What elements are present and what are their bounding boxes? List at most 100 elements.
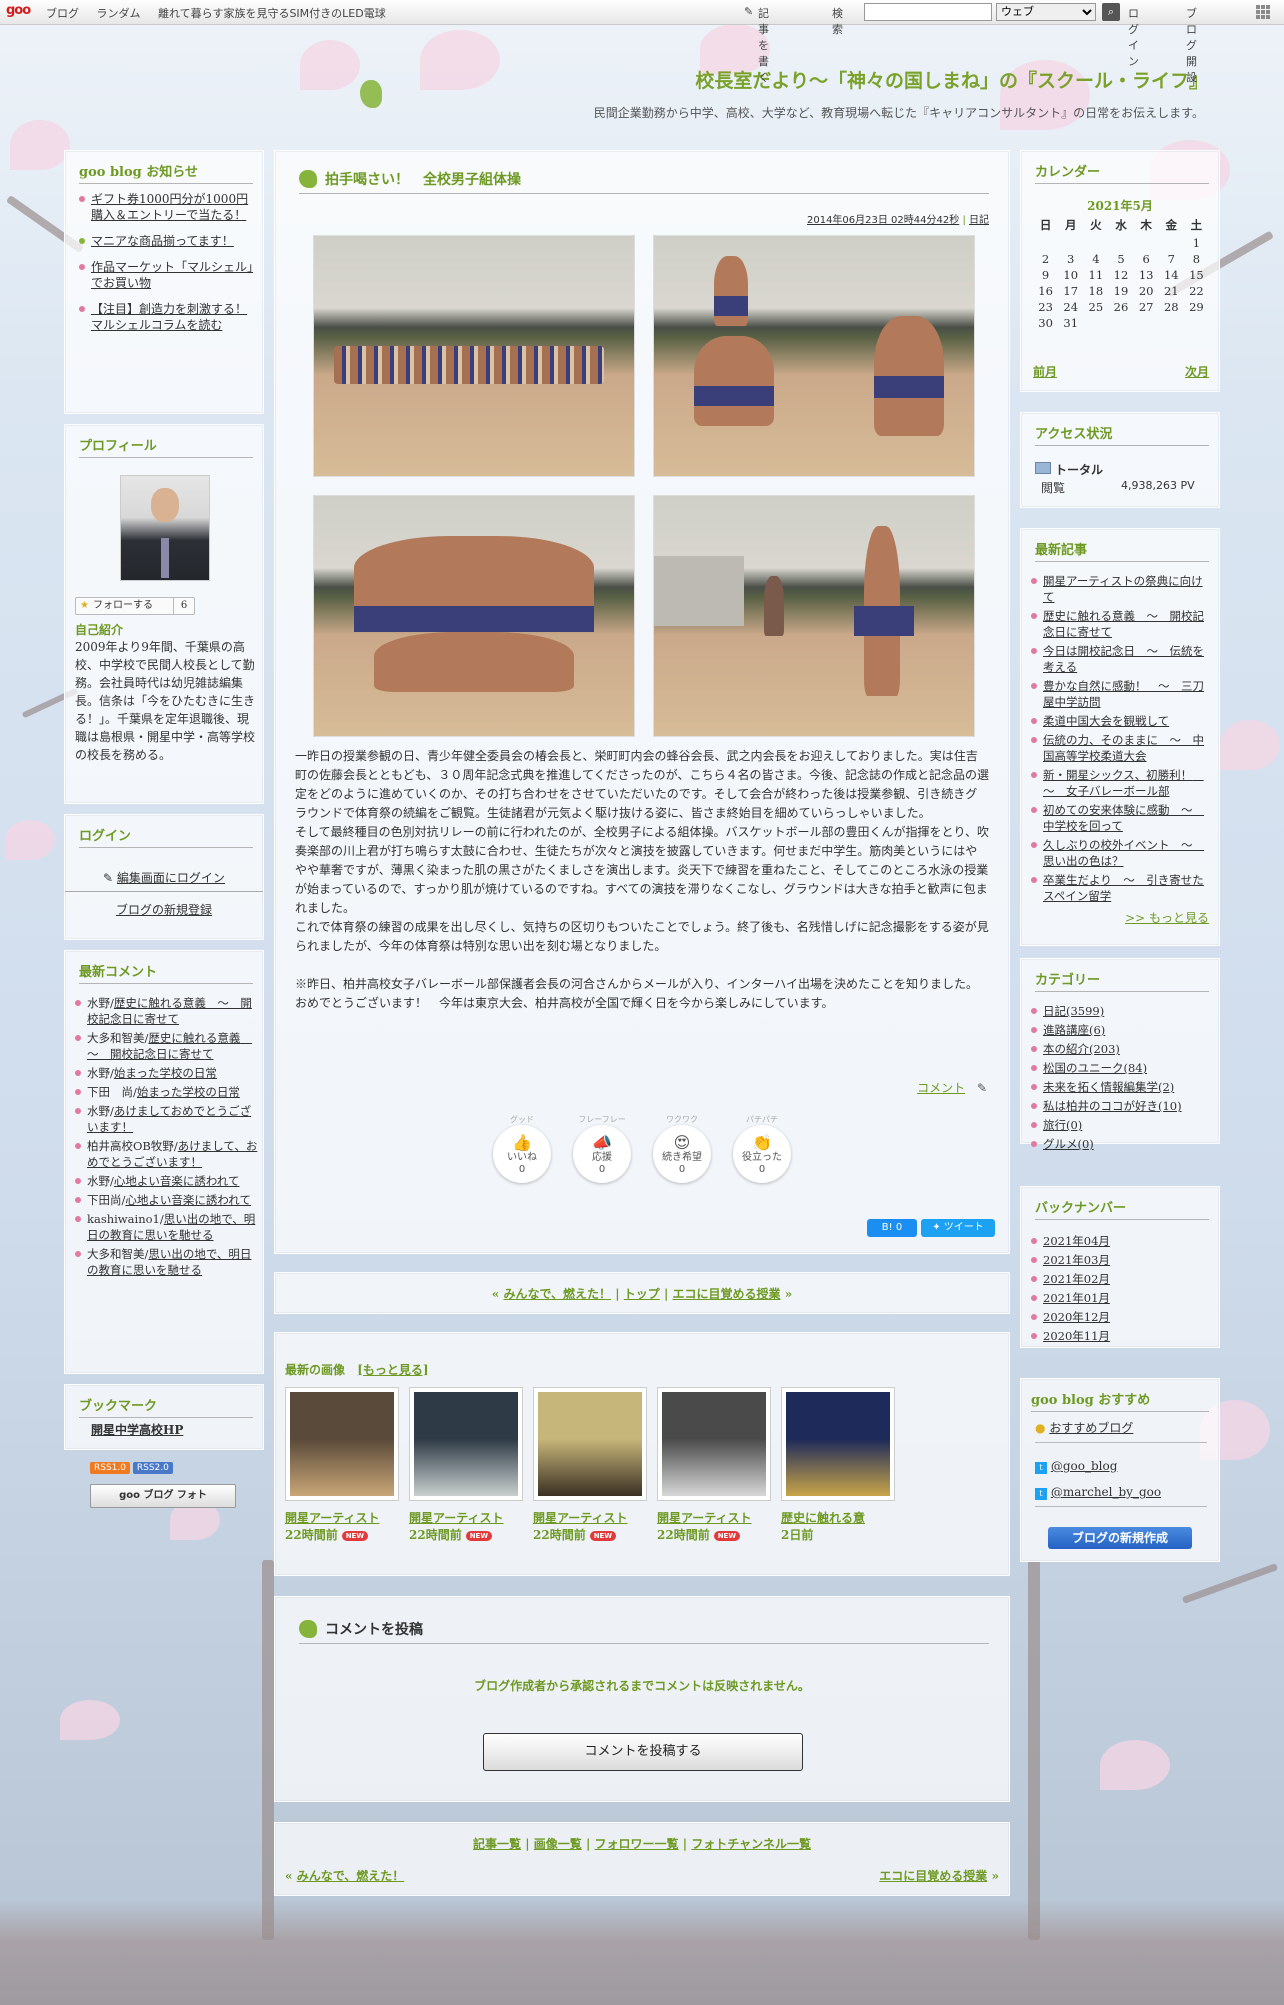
category-item[interactable]: グルメ(0) bbox=[1031, 1136, 1213, 1152]
image-thumbnail[interactable] bbox=[657, 1387, 771, 1501]
rss2-button[interactable]: RSS2.0 bbox=[132, 1462, 173, 1474]
next-post-link[interactable]: エコに目覚める授業 bbox=[673, 1287, 781, 1301]
write-post-link[interactable]: 記事を書く bbox=[758, 5, 769, 85]
nav-blog[interactable]: ブログ bbox=[46, 7, 79, 20]
goo-logo[interactable]: goo bbox=[6, 3, 31, 18]
edit-login-link[interactable]: ✎ 編集画面にログイン bbox=[65, 869, 263, 892]
image-thumbnail[interactable] bbox=[409, 1387, 523, 1501]
search-icon[interactable]: ⌕ bbox=[1102, 3, 1120, 21]
more-posts-link[interactable]: >> もっと見る bbox=[1125, 909, 1209, 926]
image-thumbnail[interactable] bbox=[533, 1387, 647, 1501]
recent-comment-item[interactable]: 水野/あけましておめでとうございます！ bbox=[75, 1103, 259, 1135]
rss1-button[interactable]: RSS1.0 bbox=[90, 1462, 130, 1474]
post-photo[interactable] bbox=[653, 495, 975, 737]
image-title-link[interactable]: 歴史に触れる意 bbox=[781, 1509, 905, 1526]
recent-post-item[interactable]: 豊かな自然に感動！ ～ 三刀屋中学訪問 bbox=[1031, 678, 1213, 710]
calendar-day bbox=[1083, 315, 1108, 331]
reaction-button[interactable]: フレーフレー 📣 応援 0 bbox=[573, 1115, 631, 1183]
image-title-link[interactable]: 開星アーティスト bbox=[285, 1509, 409, 1526]
recent-comment-item[interactable]: 水野/歴史に触れる意義 ～ 開校記念日に寄せて bbox=[75, 995, 259, 1027]
prev-post-link[interactable]: みんなで、燃えた！ bbox=[297, 1869, 405, 1883]
search-input[interactable] bbox=[864, 3, 992, 21]
create-blog-button[interactable]: ブログの新規作成 bbox=[1048, 1527, 1192, 1549]
recent-post-item[interactable]: 卒業生だより ～ 引き寄せたスペイン留学 bbox=[1031, 872, 1213, 904]
register-link[interactable]: ブログの新規登録 bbox=[65, 901, 263, 918]
category-item[interactable]: 進路講座(6) bbox=[1031, 1022, 1213, 1038]
recent-comment-item[interactable]: 大多和智美/思い出の地で、明日の教育に思いを馳せる bbox=[75, 1246, 259, 1278]
recent-post-item[interactable]: 歴史に触れる意義 ～ 開校記念日に寄せて bbox=[1031, 608, 1213, 640]
image-title-link[interactable]: 開星アーティスト bbox=[657, 1509, 781, 1526]
recent-post-item[interactable]: 久しぶりの校外イベント ～ 思い出の色は？ bbox=[1031, 837, 1213, 869]
follow-button[interactable]: ★ フォローする 6 bbox=[75, 597, 195, 615]
reaction-button[interactable]: グッド 👍 いいね 0 bbox=[493, 1115, 551, 1183]
recent-comment-item[interactable]: 水野/心地よい音楽に誘われて bbox=[75, 1173, 259, 1189]
notice-item[interactable]: ギフト券1000円分が1000円購入＆エントリーで当たる！ bbox=[79, 191, 255, 223]
recent-comment-item[interactable]: kashiwaino1/思い出の地で、明日の教育に思いを馳せる bbox=[75, 1211, 259, 1243]
recent-comment-item[interactable]: 下田 尚/始まった学校の日常 bbox=[75, 1084, 259, 1100]
backnumber-item[interactable]: 2021年03月 bbox=[1031, 1252, 1213, 1268]
login-link[interactable]: ログイン bbox=[1128, 5, 1139, 69]
hatena-bookmark-button[interactable]: B! 0 bbox=[867, 1219, 917, 1237]
all-images-link[interactable]: 画像一覧 bbox=[534, 1837, 582, 1851]
recent-comment-item[interactable]: 下田尚/心地よい音楽に誘われて bbox=[75, 1192, 259, 1208]
prev-post-link[interactable]: みんなで、燃えた！ bbox=[503, 1287, 611, 1301]
image-thumbnail[interactable] bbox=[781, 1387, 895, 1501]
twitter-goo-link[interactable]: t @goo_blog bbox=[1035, 1459, 1117, 1474]
nav-random[interactable]: ランダム bbox=[97, 7, 141, 20]
apps-grid-icon[interactable] bbox=[1256, 5, 1270, 19]
backnumber-item[interactable]: 2021年02月 bbox=[1031, 1271, 1213, 1287]
blog-title[interactable]: 校長室だより～「神々の国しまね」の『スクール・ライフ』 bbox=[560, 66, 1208, 93]
post-photo[interactable] bbox=[313, 495, 635, 737]
post-date-link[interactable]: 2014年06月23日 02時44分42秒 bbox=[807, 215, 959, 226]
recent-post-item[interactable]: 柔道中国大会を観戦して bbox=[1031, 713, 1213, 729]
next-post-link[interactable]: エコに目覚める授業 bbox=[879, 1869, 987, 1883]
nav-promo[interactable]: 離れて暮らす家族を見守るSIM付きのLED電球 bbox=[158, 7, 386, 20]
more-images-link[interactable]: [もっと見る] bbox=[357, 1363, 428, 1377]
post-photo[interactable] bbox=[313, 235, 635, 477]
post-photo[interactable] bbox=[653, 235, 975, 477]
recent-comment-item[interactable]: 大多和智美/歴史に触れる意義 ～ 開校記念日に寄せて bbox=[75, 1030, 259, 1062]
category-item[interactable]: 未来を拓く情報編集学(2) bbox=[1031, 1079, 1213, 1095]
category-item[interactable]: 本の紹介(203) bbox=[1031, 1041, 1213, 1057]
recent-comment-item[interactable]: 柏井高校OB牧野/あけまして、おめでとうございます！ bbox=[75, 1138, 259, 1170]
comment-link[interactable]: コメント ✎ bbox=[917, 1079, 987, 1096]
twitter-marchel-link[interactable]: t @marchel_by_goo bbox=[1035, 1485, 1207, 1507]
search-scope-select[interactable]: ウェブ bbox=[996, 3, 1096, 21]
notice-item[interactable]: マニアな商品揃ってます！ bbox=[79, 233, 255, 249]
recent-post-item[interactable]: 今日は開校記念日 ～ 伝統を考える bbox=[1031, 643, 1213, 675]
followers-link[interactable]: フォロワー一覧 bbox=[595, 1837, 679, 1851]
backnumber-item[interactable]: 2021年04月 bbox=[1031, 1233, 1213, 1249]
recent-post-item[interactable]: 開星アーティストの祭典に向けて bbox=[1031, 573, 1213, 605]
backnumber-item[interactable]: 2021年01月 bbox=[1031, 1290, 1213, 1306]
tweet-button[interactable]: ✦ ツイート bbox=[921, 1219, 995, 1237]
category-item[interactable]: 旅行(0) bbox=[1031, 1117, 1213, 1133]
notice-item[interactable]: 作品マーケット「マルシェル」でお買い物 bbox=[79, 259, 255, 291]
recent-post-item[interactable]: 新・開星シックス、初勝利！ ～ 女子バレーボール部 bbox=[1031, 767, 1213, 799]
reaction-button[interactable]: パチパチ 👏 役立った 0 bbox=[733, 1115, 791, 1183]
post-comment-button[interactable]: コメントを投稿する bbox=[483, 1733, 803, 1771]
prev-month-link[interactable]: 前月 bbox=[1033, 363, 1057, 380]
photo-channel-link[interactable]: フォトチャンネル一覧 bbox=[691, 1837, 811, 1851]
goo-photo-button[interactable]: goo ブログ フォト bbox=[90, 1484, 236, 1508]
backnumber-item[interactable]: 2020年11月 bbox=[1031, 1328, 1213, 1344]
image-thumbnail[interactable] bbox=[285, 1387, 399, 1501]
recent-post-item[interactable]: 伝統の力、そのままに ～ 中国高等学校柔道大会 bbox=[1031, 732, 1213, 764]
post-category-link[interactable]: 日記 bbox=[969, 215, 989, 226]
category-item[interactable]: 私は柏井のココが好き(10) bbox=[1031, 1098, 1213, 1114]
recent-comment-item[interactable]: 水野/始まった学校の日常 bbox=[75, 1065, 259, 1081]
category-item[interactable]: 松国のユニーク(84) bbox=[1031, 1060, 1213, 1076]
recent-post-item[interactable]: 初めての安来体験に感動 ～ 中学校を回って bbox=[1031, 802, 1213, 834]
backnumber-item[interactable]: 2020年12月 bbox=[1031, 1309, 1213, 1325]
post-title[interactable]: 拍手喝さい！ 全校男子組体操 bbox=[325, 172, 521, 188]
notice-item[interactable]: 【注目】創造力を刺激する！マルシェルコラムを読む bbox=[79, 301, 255, 333]
open-blog-link[interactable]: ブログ開設 bbox=[1186, 5, 1197, 85]
reaction-button[interactable]: ワクワク 😍 続き希望 0 bbox=[653, 1115, 711, 1183]
image-title-link[interactable]: 開星アーティスト bbox=[409, 1509, 533, 1526]
top-link[interactable]: トップ bbox=[624, 1287, 660, 1301]
recommend-blog-link[interactable]: ● おすすめブログ bbox=[1035, 1419, 1207, 1443]
bookmark-link[interactable]: 開星中学高校HP bbox=[91, 1421, 183, 1438]
image-title-link[interactable]: 開星アーティスト bbox=[533, 1509, 657, 1526]
all-posts-link[interactable]: 記事一覧 bbox=[473, 1837, 521, 1851]
category-item[interactable]: 日記(3599) bbox=[1031, 1003, 1213, 1019]
next-month-link[interactable]: 次月 bbox=[1185, 363, 1209, 380]
